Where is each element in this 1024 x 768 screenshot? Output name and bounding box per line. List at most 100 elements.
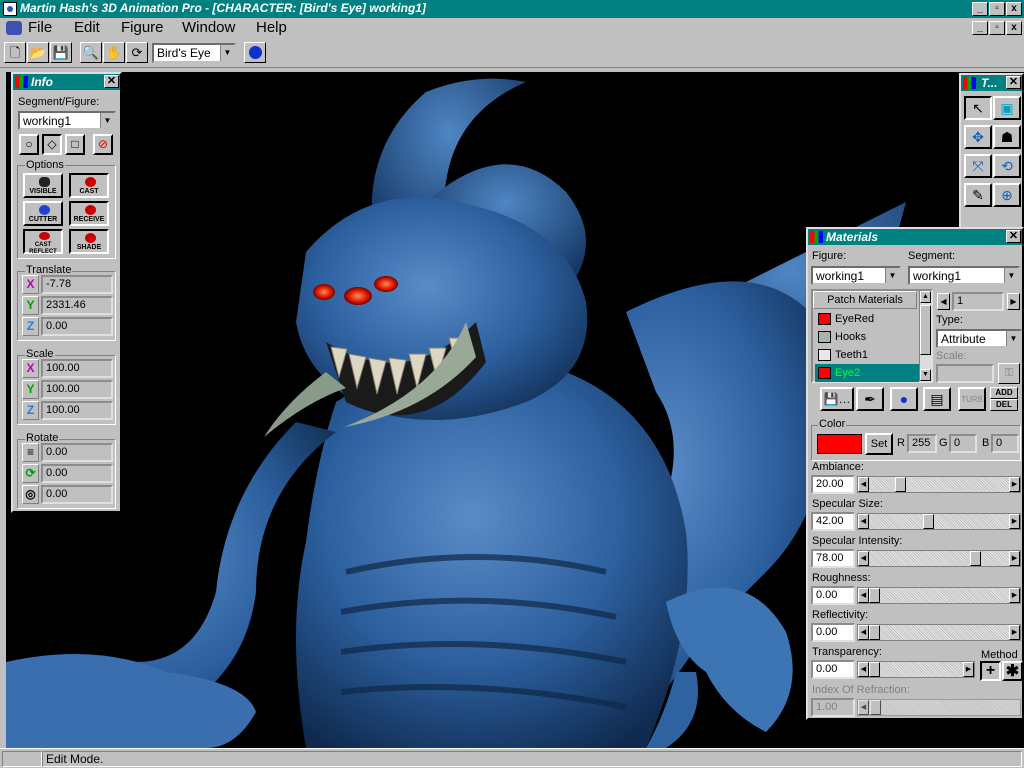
blue-field[interactable]: 0 xyxy=(991,434,1019,453)
scale-z-field[interactable]: 100.00 xyxy=(41,401,113,420)
segment-figure-select[interactable]: working1 ▼ xyxy=(18,111,116,130)
menu-help[interactable]: Help xyxy=(256,19,287,36)
menu-figure[interactable]: Figure xyxy=(121,19,164,36)
slider-right-icon[interactable]: ▶ xyxy=(1009,514,1020,529)
scale-y-field[interactable]: 100.00 xyxy=(41,380,113,399)
property-slider[interactable]: ◀ ▶ xyxy=(857,624,1021,641)
image-map-icon[interactable]: ▤ xyxy=(923,387,951,411)
doc-close-button[interactable]: x xyxy=(1006,21,1022,35)
slider-left-icon[interactable]: ◀ xyxy=(858,477,869,492)
translate-x-field[interactable]: -7.78 xyxy=(41,275,113,294)
slider-left-icon[interactable]: ◀ xyxy=(858,551,869,566)
add-material-button[interactable]: ADD xyxy=(990,387,1018,399)
eyedropper-icon[interactable]: ✒ xyxy=(856,387,884,411)
property-value-field[interactable]: 20.00 xyxy=(811,475,855,494)
receive-button[interactable]: RECEIVE xyxy=(69,201,109,226)
translate-y-field[interactable]: 2331.46 xyxy=(41,296,113,315)
scroll-thumb[interactable] xyxy=(920,305,931,355)
circle-shape-icon[interactable]: ○ xyxy=(19,134,39,155)
save-disk-icon[interactable]: 💾 xyxy=(50,42,72,63)
pan-hand-icon[interactable]: ✋ xyxy=(103,42,125,63)
figure-select[interactable]: working1 ▼ xyxy=(811,266,901,285)
filter-method-icon[interactable]: ✱ xyxy=(1002,661,1023,681)
color-swatch[interactable] xyxy=(817,434,862,454)
material-list-item[interactable]: Eye2 xyxy=(815,364,919,382)
slider-right-icon[interactable]: ▶ xyxy=(963,662,974,677)
material-list-item[interactable]: EyeRed xyxy=(815,310,919,328)
slider-left-icon[interactable]: ◀ xyxy=(858,662,869,677)
slider-left-icon[interactable]: ◀ xyxy=(858,588,869,603)
slider-thumb[interactable] xyxy=(869,662,880,677)
tools-panel-titlebar[interactable]: T... ✕ xyxy=(961,75,1022,91)
material-list-item[interactable]: Teeth1 xyxy=(815,346,919,364)
save-material-icon[interactable]: 💾… xyxy=(820,387,854,411)
bone-icon[interactable]: ☗ xyxy=(993,125,1021,149)
list-scrollbar[interactable]: ▲ ▼ xyxy=(919,291,931,381)
info-panel-titlebar[interactable]: Info ✕ xyxy=(13,74,120,90)
set-color-button[interactable]: Set xyxy=(865,433,893,455)
segment-select[interactable]: working1 ▼ xyxy=(908,266,1020,285)
slider-thumb[interactable] xyxy=(869,625,880,640)
index-prev-icon[interactable]: ◀ xyxy=(937,293,950,310)
material-lock-icon[interactable]: ● xyxy=(890,387,918,411)
scroll-up-icon[interactable]: ▲ xyxy=(920,291,931,303)
square-shape-icon[interactable]: □ xyxy=(65,134,85,155)
slider-thumb[interactable] xyxy=(923,514,934,529)
doc-maximize-button[interactable]: ▫ xyxy=(989,21,1005,35)
shade-button[interactable]: SHADE xyxy=(69,229,109,254)
scale-tool-icon[interactable]: ⤧ xyxy=(964,154,992,178)
type-select[interactable]: Attribute ▼ xyxy=(936,329,1022,348)
slider-thumb[interactable] xyxy=(869,588,880,603)
cast-button[interactable]: CAST xyxy=(69,173,109,198)
scale-x-field[interactable]: 100.00 xyxy=(41,359,113,378)
open-folder-icon[interactable]: 📂 xyxy=(27,42,49,63)
property-value-field[interactable]: 0.00 xyxy=(811,660,855,679)
add-cube-icon[interactable]: ▣ xyxy=(993,96,1021,120)
target-tool-icon[interactable]: ⊕ xyxy=(993,183,1021,207)
menu-file[interactable]: File xyxy=(28,19,52,36)
slider-thumb[interactable] xyxy=(895,477,906,492)
chevron-down-icon[interactable]: ▼ xyxy=(1004,268,1018,283)
slider-right-icon[interactable]: ▶ xyxy=(1009,588,1020,603)
patch-materials-list[interactable]: Patch Materials EyeRed Hooks Teeth1 Eye2 ▲ … xyxy=(811,289,933,383)
cutter-button[interactable]: CUTTER xyxy=(23,201,63,226)
tools-close-icon[interactable]: ✕ xyxy=(1006,76,1021,89)
view-select[interactable]: Bird's Eye ▼ xyxy=(152,43,236,63)
slider-left-icon[interactable]: ◀ xyxy=(858,625,869,640)
property-value-field[interactable]: 78.00 xyxy=(811,549,855,568)
new-file-icon[interactable]: 🗋 xyxy=(4,42,26,63)
visible-button[interactable]: VISIBLE xyxy=(23,173,63,198)
info-close-icon[interactable]: ✕ xyxy=(104,75,119,88)
rotate-b-field[interactable]: 0.00 xyxy=(41,464,113,483)
scroll-down-icon[interactable]: ▼ xyxy=(920,369,931,381)
slider-right-icon[interactable]: ▶ xyxy=(1009,477,1020,492)
chevron-down-icon[interactable]: ▼ xyxy=(885,268,899,283)
render-sphere-icon[interactable] xyxy=(244,42,266,63)
rotate-c-field[interactable]: 0.00 xyxy=(41,485,113,504)
property-slider[interactable]: ◀ ▶ xyxy=(857,476,1021,493)
chevron-down-icon[interactable]: ▼ xyxy=(1006,331,1020,346)
menu-edit[interactable]: Edit xyxy=(74,19,100,36)
doc-minimize-button[interactable]: _ xyxy=(972,21,988,35)
red-field[interactable]: 255 xyxy=(907,434,937,453)
rotate-a-field[interactable]: 0.00 xyxy=(41,443,113,462)
slider-right-icon[interactable]: ▶ xyxy=(1009,551,1020,566)
property-slider[interactable]: ◀ ▶ xyxy=(857,513,1021,530)
additive-method-icon[interactable]: + xyxy=(980,661,1001,681)
index-next-icon[interactable]: ▶ xyxy=(1007,293,1020,310)
rotate-tool-icon[interactable]: ⟲ xyxy=(993,154,1021,178)
zoom-magnifier-icon[interactable]: 🔍 xyxy=(80,42,102,63)
document-icon[interactable] xyxy=(6,21,22,35)
minimize-button[interactable]: _ xyxy=(972,2,988,16)
materials-panel-titlebar[interactable]: Materials ✕ xyxy=(808,229,1022,245)
slider-left-icon[interactable]: ◀ xyxy=(858,514,869,529)
close-button[interactable]: x xyxy=(1006,2,1022,16)
chevron-down-icon[interactable]: ▼ xyxy=(100,113,114,128)
material-list-item[interactable]: Hooks xyxy=(815,328,919,346)
property-slider[interactable]: ◀ ▶ xyxy=(857,587,1021,604)
select-arrow-icon[interactable]: ↖ xyxy=(964,96,992,120)
menu-window[interactable]: Window xyxy=(182,19,235,36)
slider-thumb[interactable] xyxy=(970,551,981,566)
property-value-field[interactable]: 0.00 xyxy=(811,586,855,605)
move-icon[interactable]: ✥ xyxy=(964,125,992,149)
